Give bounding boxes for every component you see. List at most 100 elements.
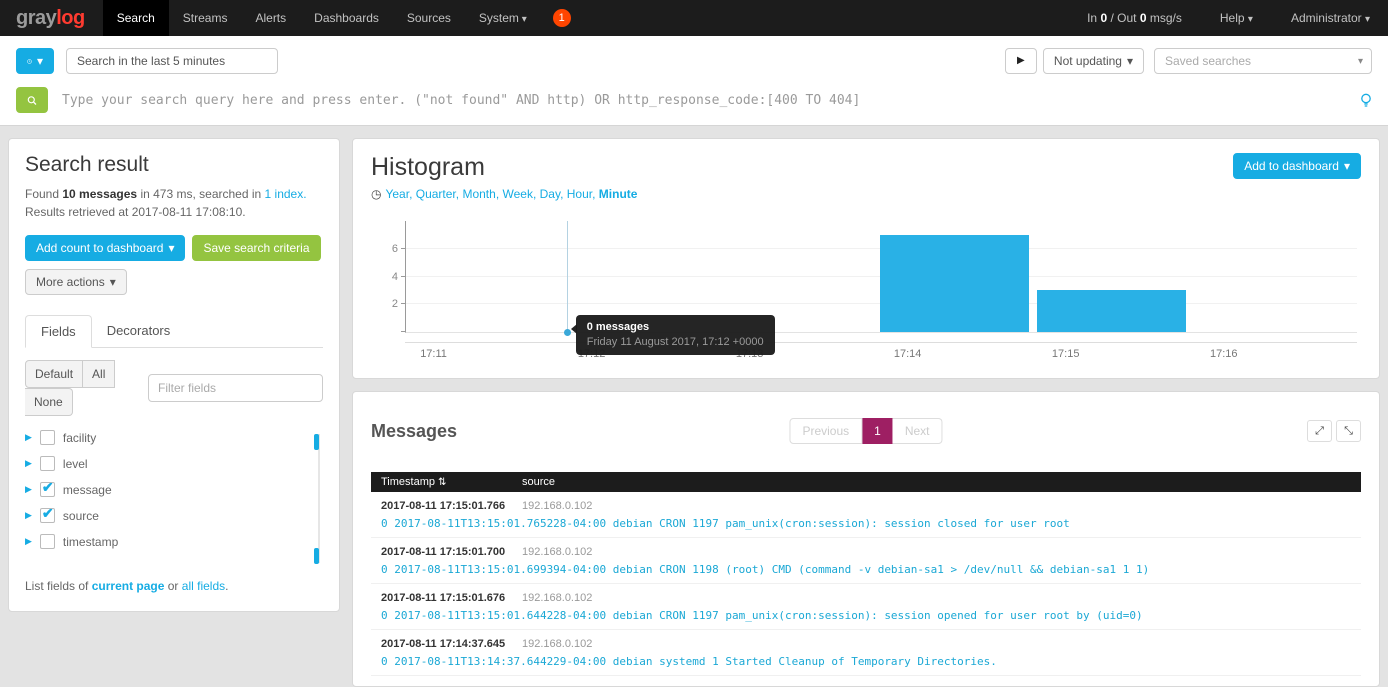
play-button[interactable]: ▶ bbox=[1005, 48, 1037, 74]
search-submit-button[interactable] bbox=[16, 87, 48, 113]
source-column-header[interactable]: source bbox=[522, 476, 555, 488]
table-row[interactable]: 2017-08-11 17:14:37.645192.168.0.102 0 20… bbox=[371, 630, 1361, 676]
save-search-criteria-button[interactable]: Save search criteria bbox=[192, 235, 320, 261]
filter-default-button[interactable]: Default bbox=[25, 360, 83, 388]
histogram-bar-17:14[interactable] bbox=[880, 235, 1029, 332]
index-link[interactable]: 1 index. bbox=[265, 187, 307, 201]
field-checkbox-source[interactable] bbox=[40, 508, 55, 523]
nav-item-dashboards[interactable]: Dashboards bbox=[300, 0, 393, 36]
content-column: Histogram Add to dashboard ▾ ◷Year, Quar… bbox=[352, 138, 1380, 687]
message-text[interactable]: 0 2017-08-11T13:14:37.644229-04:00 debia… bbox=[381, 655, 1351, 668]
chevron-right-icon[interactable]: ▶ bbox=[25, 484, 32, 495]
resolution-month[interactable]: Month bbox=[462, 187, 495, 201]
resolution-day[interactable]: Day bbox=[540, 187, 560, 201]
chevron-right-icon[interactable]: ▶ bbox=[25, 458, 32, 469]
nav-item-system[interactable]: System ▾ bbox=[465, 0, 541, 36]
help-menu[interactable]: Help ▾ bbox=[1220, 11, 1253, 25]
throughput-suffix: msg/s bbox=[1150, 11, 1182, 25]
search-query-input[interactable] bbox=[60, 92, 1348, 109]
field-checkbox-message[interactable] bbox=[40, 482, 55, 497]
notification-badge[interactable]: 1 bbox=[553, 9, 571, 27]
lightbulb-icon[interactable] bbox=[1360, 93, 1372, 108]
user-menu[interactable]: Administrator ▾ bbox=[1291, 11, 1370, 25]
message-text[interactable]: 0 2017-08-11T13:15:01.644228-04:00 debia… bbox=[381, 609, 1351, 622]
chevron-down-icon: ▾ bbox=[1358, 56, 1363, 67]
all-fields-link[interactable]: all fields bbox=[182, 579, 225, 593]
field-checkbox-timestamp[interactable] bbox=[40, 534, 55, 549]
nav-item-streams[interactable]: Streams bbox=[169, 0, 242, 36]
resolution-quarter[interactable]: Quarter bbox=[416, 187, 456, 201]
list-fields-line: List fields of current page or all field… bbox=[25, 579, 323, 593]
search-result-sidebar: Search result Found 10 messages in 473 m… bbox=[8, 138, 340, 612]
resolution-minute[interactable]: Minute bbox=[599, 187, 638, 201]
graylog-logo[interactable]: graylog bbox=[0, 0, 103, 36]
current-page-link[interactable]: current page bbox=[92, 579, 165, 593]
pagination-previous[interactable]: Previous bbox=[789, 418, 862, 444]
filter-all-button[interactable]: All bbox=[83, 360, 115, 388]
pagination-page-1[interactable]: 1 bbox=[862, 418, 893, 444]
field-label: timestamp bbox=[63, 535, 118, 549]
tooltip-date: Friday 11 August 2017, 17:12 +0000 bbox=[587, 336, 764, 348]
chevron-right-icon[interactable]: ▶ bbox=[25, 536, 32, 547]
message-text[interactable]: 0 2017-08-11T13:15:01.765228-04:00 debia… bbox=[381, 517, 1351, 530]
expand-all-button[interactable]: ⤢ bbox=[1307, 420, 1332, 442]
navbar-right: In 0 / Out 0 msg/s Help ▾ Administrator … bbox=[1087, 0, 1388, 36]
y-tick bbox=[401, 303, 406, 304]
add-to-dashboard-button[interactable]: Add to dashboard ▾ bbox=[1233, 153, 1361, 179]
chevron-right-icon[interactable]: ▶ bbox=[25, 510, 32, 521]
add-count-to-dashboard-button[interactable]: Add count to dashboard ▾ bbox=[25, 235, 185, 261]
nav-item-alerts[interactable]: Alerts bbox=[241, 0, 300, 36]
tab-decorators[interactable]: Decorators bbox=[92, 315, 186, 347]
more-actions-button[interactable]: More actions ▾ bbox=[25, 269, 127, 295]
resolution-week[interactable]: Week bbox=[502, 187, 532, 201]
tab-fields[interactable]: Fields bbox=[25, 315, 92, 348]
filter-fields-input[interactable] bbox=[148, 374, 323, 402]
user-label: Administrator bbox=[1291, 11, 1362, 25]
saved-searches-select[interactable]: Saved searches ▾ bbox=[1154, 48, 1372, 74]
timerange-input[interactable] bbox=[66, 48, 278, 74]
table-row[interactable]: 2017-08-11 17:15:01.700192.168.0.102 0 20… bbox=[371, 538, 1361, 584]
x-tick-label: 17:14 bbox=[894, 348, 922, 360]
chevron-down-icon: ▾ bbox=[168, 236, 174, 260]
table-row[interactable]: 2017-08-11 17:15:01.766192.168.0.1020 20… bbox=[371, 492, 1361, 538]
nav-item-sources[interactable]: Sources bbox=[393, 0, 465, 36]
retrieved-timestamp: Results retrieved at 2017-08-11 17:08:10… bbox=[25, 203, 323, 221]
logo-text-log: log bbox=[56, 7, 85, 30]
list-fields-pre: List fields of bbox=[25, 579, 88, 593]
collapse-all-button[interactable]: ⤡ bbox=[1336, 420, 1361, 442]
sort-icon[interactable]: ⇅ bbox=[438, 477, 446, 488]
resolution-year[interactable]: Year bbox=[385, 187, 409, 201]
query-row bbox=[16, 87, 1372, 113]
tooltip-value: 0 messages bbox=[587, 321, 764, 333]
pagination-next[interactable]: Next bbox=[893, 418, 943, 444]
pagination: Previous 1 Next bbox=[789, 418, 942, 444]
throughput-pre: In bbox=[1087, 11, 1097, 25]
navbar: graylog SearchStreamsAlertsDashboardsSou… bbox=[0, 0, 1388, 36]
field-checkbox-facility[interactable] bbox=[40, 430, 55, 445]
scrollbar-thumb[interactable] bbox=[314, 548, 319, 564]
message-text[interactable]: 0 2017-08-11T13:15:01.699394-04:00 debia… bbox=[381, 563, 1351, 576]
table-row[interactable]: 2017-08-11 17:15:01.676192.168.0.1020 20… bbox=[371, 584, 1361, 630]
field-checkbox-level[interactable] bbox=[40, 456, 55, 471]
throughput-indicator: In 0 / Out 0 msg/s bbox=[1087, 11, 1182, 25]
timestamp-column-header[interactable]: Timestamp⇅ bbox=[381, 476, 522, 488]
field-list-scrollbar[interactable] bbox=[318, 434, 320, 563]
chevron-right-icon[interactable]: ▶ bbox=[25, 432, 32, 443]
result-summary: Found 10 messages in 473 ms, searched in… bbox=[25, 185, 323, 203]
message-meta: 2017-08-11 17:14:37.645192.168.0.102 bbox=[381, 638, 1351, 650]
page-title: Search result bbox=[25, 153, 323, 177]
scrollbar-thumb[interactable] bbox=[314, 434, 319, 450]
filter-none-button[interactable]: None bbox=[25, 388, 73, 416]
messages-title: Messages bbox=[371, 421, 457, 442]
histogram-plot[interactable]: 0 messages Friday 11 August 2017, 17:12 … bbox=[405, 221, 1357, 333]
refresh-dropdown-button[interactable]: Not updating ▾ bbox=[1043, 48, 1144, 74]
clock-icon: ◷ bbox=[371, 187, 381, 201]
resolution-hour[interactable]: Hour bbox=[567, 187, 592, 201]
message-meta: 2017-08-11 17:15:01.700192.168.0.102 bbox=[381, 546, 1351, 558]
histogram-bar-17:15[interactable] bbox=[1037, 290, 1186, 332]
main-content: Search result Found 10 messages in 473 m… bbox=[0, 126, 1388, 687]
search-controls-row: ▾ ▶ Not updating ▾ Saved searches ▾ bbox=[16, 48, 1372, 74]
nav-item-search[interactable]: Search bbox=[103, 0, 169, 36]
refresh-label: Not updating bbox=[1054, 49, 1122, 73]
timerange-type-button[interactable]: ▾ bbox=[16, 48, 54, 74]
